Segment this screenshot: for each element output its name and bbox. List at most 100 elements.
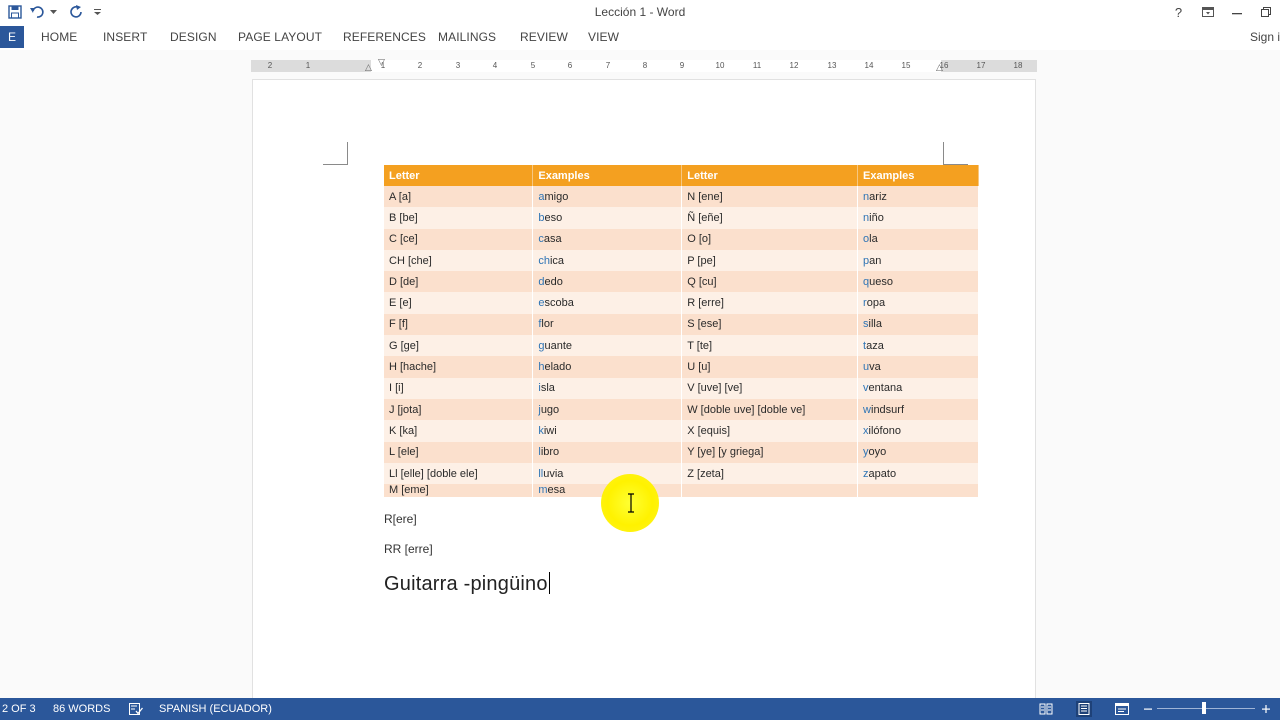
- word-count-status[interactable]: 86 WORDS: [53, 703, 110, 715]
- read-mode-button[interactable]: [1038, 701, 1054, 717]
- tab-review[interactable]: REVIEW: [520, 30, 568, 44]
- crop-mark-right: [943, 142, 968, 165]
- table-cell[interactable]: H [hache]: [384, 356, 534, 378]
- table-cell[interactable]: ola: [857, 228, 979, 250]
- table-cell[interactable]: escoba: [532, 292, 683, 314]
- tab-file[interactable]: E: [0, 26, 24, 48]
- right-indent-marker[interactable]: △: [936, 63, 943, 72]
- table-cell[interactable]: [857, 484, 979, 498]
- table-cell[interactable]: chica: [532, 249, 683, 272]
- table-cell[interactable]: taza: [857, 335, 979, 357]
- table-cell[interactable]: ropa: [857, 292, 979, 314]
- zoom-out-button[interactable]: [1140, 701, 1156, 717]
- horizontal-ruler[interactable]: 2 1 1 2 3 4 5 6 7 8 9 10 11 12 13 14 15 …: [251, 58, 1037, 72]
- table-cell[interactable]: U [u]: [681, 356, 859, 378]
- table-cell[interactable]: Q [cu]: [681, 271, 859, 293]
- table-cell[interactable]: lluvia: [532, 462, 683, 485]
- table-cell[interactable]: [681, 484, 859, 498]
- table-cell[interactable]: flor: [532, 313, 683, 336]
- table-cell[interactable]: S [ese]: [681, 313, 859, 336]
- table-cell[interactable]: jugo: [532, 398, 683, 421]
- table-cell[interactable]: guante: [532, 335, 683, 357]
- left-indent-marker[interactable]: △: [365, 63, 372, 72]
- zoom-slider-track[interactable]: [1157, 708, 1255, 709]
- sign-in-link[interactable]: Sign i: [1250, 30, 1280, 44]
- ruler-mark: 15: [901, 61, 911, 70]
- table-cell[interactable]: A [a]: [384, 186, 534, 208]
- print-layout-button[interactable]: [1076, 701, 1092, 717]
- table-cell[interactable]: niño: [857, 207, 979, 229]
- ribbon-display-options-button[interactable]: [1193, 0, 1222, 24]
- table-cell[interactable]: amigo: [532, 186, 683, 208]
- web-layout-button[interactable]: [1114, 701, 1130, 717]
- tab-home[interactable]: HOME: [41, 30, 77, 44]
- table-cell[interactable]: P [pe]: [681, 249, 859, 272]
- help-button[interactable]: ?: [1164, 0, 1193, 24]
- read-mode-icon: [1039, 703, 1053, 715]
- text-caret: [548, 572, 550, 594]
- ruler-mark: 13: [827, 61, 837, 70]
- table-cell[interactable]: F [f]: [384, 313, 534, 336]
- table-cell[interactable]: Ll [elle] [doble ele]: [384, 462, 534, 485]
- table-cell[interactable]: dedo: [532, 271, 683, 293]
- table-cell[interactable]: Y [ye] [y griega]: [681, 441, 859, 463]
- table-cell[interactable]: C [ce]: [384, 228, 534, 250]
- table-cell[interactable]: zapato: [857, 462, 979, 485]
- table-cell[interactable]: isla: [532, 377, 683, 399]
- tab-page-layout[interactable]: PAGE LAYOUT: [238, 30, 322, 44]
- table-cell[interactable]: I [i]: [384, 377, 534, 399]
- table-cell[interactable]: helado: [532, 356, 683, 378]
- title-bar: Lección 1 - Word ?: [0, 0, 1280, 24]
- table-cell[interactable]: xilófono: [857, 420, 979, 442]
- table-cell[interactable]: nariz: [857, 186, 979, 208]
- table-cell[interactable]: yoyo: [857, 441, 979, 463]
- table-cell[interactable]: V [uve] [ve]: [681, 377, 859, 399]
- tab-references[interactable]: REFERENCES: [343, 30, 426, 44]
- table-cell[interactable]: J [jota]: [384, 398, 534, 421]
- crop-mark-left: [323, 142, 348, 165]
- table-cell[interactable]: ventana: [857, 377, 979, 399]
- document-page[interactable]: Letter Examples Letter Examples A [a] ami…: [253, 80, 1035, 698]
- tab-view[interactable]: VIEW: [588, 30, 619, 44]
- table-cell[interactable]: K [ka]: [384, 420, 534, 442]
- table-cell[interactable]: queso: [857, 271, 979, 293]
- table-cell[interactable]: N [ene]: [681, 186, 859, 208]
- table-cell[interactable]: pan: [857, 249, 979, 272]
- zoom-in-button[interactable]: [1258, 701, 1274, 717]
- tab-insert[interactable]: INSERT: [103, 30, 147, 44]
- alphabet-table[interactable]: Letter Examples Letter Examples A [a] ami…: [384, 165, 979, 498]
- zoom-slider-thumb[interactable]: [1202, 702, 1206, 714]
- table-cell[interactable]: R [erre]: [681, 292, 859, 314]
- table-cell[interactable]: Ñ [eñe]: [681, 207, 859, 229]
- table-cell[interactable]: libro: [532, 441, 683, 463]
- tab-mailings[interactable]: MAILINGS: [438, 30, 496, 44]
- table-cell[interactable]: D [de]: [384, 271, 534, 293]
- table-cell[interactable]: CH [che]: [384, 249, 534, 272]
- table-cell[interactable]: O [o]: [681, 228, 859, 250]
- table-cell[interactable]: Z [zeta]: [681, 462, 859, 485]
- table-cell[interactable]: X [equis]: [681, 420, 859, 442]
- table-cell[interactable]: windsurf: [857, 398, 979, 421]
- table-cell[interactable]: uva: [857, 356, 979, 378]
- table-row: I [i] isla V [uve] [ve] ventana: [384, 377, 979, 399]
- proofing-button[interactable]: [128, 701, 144, 717]
- table-cell[interactable]: silla: [857, 313, 979, 336]
- table-cell[interactable]: M [eme]: [384, 484, 534, 498]
- table-cell[interactable]: G [ge]: [384, 335, 534, 357]
- language-status[interactable]: SPANISH (ECUADOR): [159, 703, 272, 715]
- table-cell[interactable]: kiwi: [532, 420, 683, 442]
- table-cell[interactable]: E [e]: [384, 292, 534, 314]
- table-cell[interactable]: L [ele]: [384, 441, 534, 463]
- table-cell[interactable]: beso: [532, 207, 683, 229]
- table-cell[interactable]: B [be]: [384, 207, 534, 229]
- table-cell[interactable]: casa: [532, 228, 683, 250]
- tab-design[interactable]: DESIGN: [170, 30, 217, 44]
- table-cell[interactable]: W [doble uve] [doble ve]: [681, 398, 859, 421]
- ruler-mark: 6: [567, 61, 573, 70]
- restore-button[interactable]: [1251, 0, 1280, 24]
- table-header-cell: Examples: [532, 165, 683, 186]
- page-count-status[interactable]: 2 OF 3: [2, 703, 36, 715]
- table-cell[interactable]: T [te]: [681, 335, 859, 357]
- minimize-button[interactable]: [1222, 0, 1251, 24]
- first-line-indent-marker[interactable]: ▽: [378, 58, 385, 67]
